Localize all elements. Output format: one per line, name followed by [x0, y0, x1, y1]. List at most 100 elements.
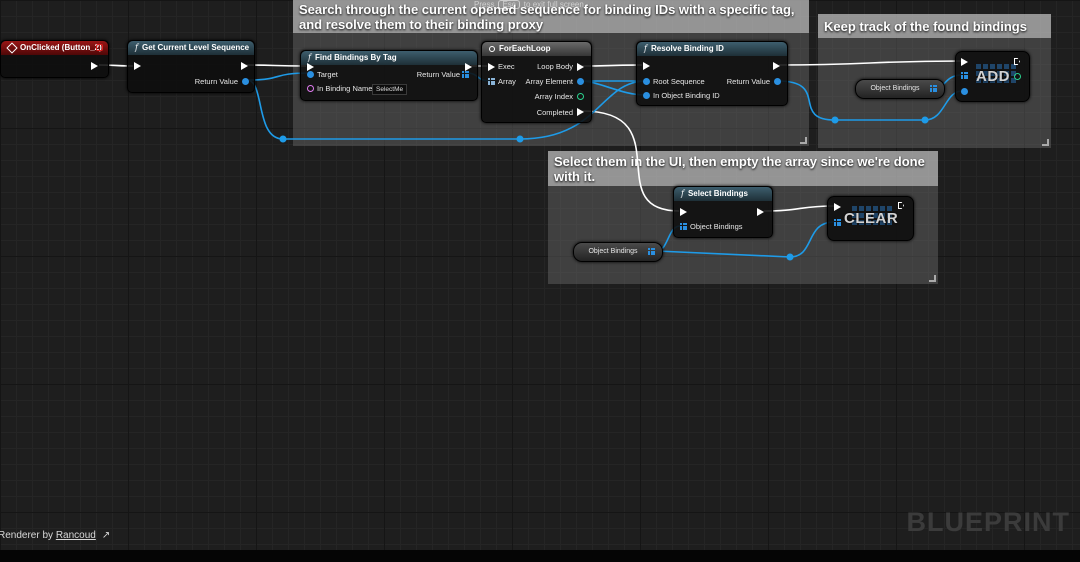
- target-label: Target: [317, 70, 338, 79]
- exec-wire: [245, 64, 307, 67]
- array-clear-label: CLEAR: [844, 210, 899, 227]
- return-value-pin[interactable]: [774, 78, 781, 85]
- onclicked-title: OnClicked (Button_2): [20, 43, 102, 52]
- completed-label: Completed: [536, 108, 573, 117]
- renderer-credit: Renderer by Rancoud ↗: [0, 530, 110, 541]
- return-value-pin[interactable]: [242, 78, 249, 85]
- press-text: Press: [474, 0, 495, 9]
- resolve-binding-id-header: f Resolve Binding ID: [637, 42, 787, 56]
- blueprint-watermark: BLUEPRINT: [906, 507, 1070, 537]
- external-link-icon[interactable]: ↗: [102, 530, 110, 541]
- root-sequence-pin[interactable]: [643, 78, 650, 85]
- in-binding-name-input[interactable]: SelectMe: [372, 84, 408, 95]
- function-icon: f: [135, 43, 138, 52]
- onclicked-header: OnClicked (Button_2): [1, 41, 108, 55]
- exec-out-pin[interactable]: [1014, 58, 1020, 65]
- esc-key-badge: Esc: [498, 0, 520, 9]
- object-bindings-label: Object Bindings: [690, 222, 743, 231]
- exec-in-pin[interactable]: [488, 63, 495, 71]
- exec-label: Exec: [498, 62, 515, 71]
- find-bindings-by-tag-header: f Find Bindings By Tag: [301, 51, 477, 65]
- loop-body-pin[interactable]: [577, 63, 584, 71]
- target-array-pin[interactable]: [961, 72, 968, 79]
- object-bindings-array-pin[interactable]: [930, 85, 937, 92]
- reroute-node: [516, 135, 524, 143]
- array-element-label: Array Element: [525, 77, 573, 86]
- return-value-label: Return Value: [416, 70, 460, 79]
- exec-out-pin[interactable]: [898, 202, 904, 209]
- object-bindings-array-pin[interactable]: [648, 248, 655, 255]
- object-bindings-variable-node[interactable]: Object Bindings: [573, 242, 663, 262]
- loop-body-label: Loop Body: [537, 62, 573, 71]
- array-pin[interactable]: [488, 78, 495, 85]
- object-bindings-variable-label: Object Bindings: [588, 248, 638, 255]
- foreach-loop-title: ForEachLoop: [499, 44, 551, 53]
- select-bindings-title: Select Bindings: [687, 189, 748, 198]
- object-bindings-variable-label: Object Bindings: [870, 85, 920, 92]
- resolve-binding-id-title: Resolve Binding ID: [650, 44, 724, 53]
- exec-in-pin[interactable]: [643, 62, 650, 70]
- foreach-loop-header: ForEachLoop: [482, 42, 591, 56]
- foreach-loop-node[interactable]: ForEachLoop Exec Loop Body Array Array E…: [481, 41, 592, 123]
- in-binding-name-label: In Binding Name: [317, 84, 373, 93]
- fullscreen-exit-hint: Press Esc to exit full screen: [474, 0, 614, 14]
- get-current-level-sequence-title: Get Current Level Sequence: [141, 43, 250, 52]
- return-value-label: Return Value: [726, 77, 770, 86]
- function-icon: f: [681, 189, 684, 198]
- get-current-level-sequence-node[interactable]: f Get Current Level Sequence Return Value: [127, 40, 255, 93]
- find-bindings-by-tag-title: Find Bindings By Tag: [314, 53, 397, 62]
- target-pin[interactable]: [307, 71, 314, 78]
- root-sequence-label: Root Sequence: [653, 77, 705, 86]
- return-value-array-pin[interactable]: [462, 71, 469, 78]
- reroute-node: [831, 116, 839, 124]
- reroute-node: [279, 135, 287, 143]
- rancoud-link[interactable]: Rancoud: [56, 530, 96, 541]
- exec-out-pin[interactable]: [757, 208, 764, 216]
- index-out-pin[interactable]: [1014, 73, 1021, 80]
- bottom-bar: [0, 550, 1080, 562]
- exec-out-pin[interactable]: [241, 62, 248, 70]
- in-object-binding-id-pin[interactable]: [643, 92, 650, 99]
- array-clear-node[interactable]: CLEAR: [827, 196, 914, 241]
- in-binding-name-pin[interactable]: [307, 85, 314, 92]
- credit-prefix: Renderer by: [0, 530, 54, 541]
- select-bindings-node[interactable]: f Select Bindings Object Bindings: [673, 186, 773, 238]
- exec-out-pin[interactable]: [773, 62, 780, 70]
- new-item-pin[interactable]: [961, 88, 968, 95]
- function-icon: f: [644, 44, 647, 53]
- array-index-label: Array Index: [534, 92, 573, 101]
- blueprint-graph-canvas[interactable]: Search through the current opened sequen…: [0, 0, 1080, 550]
- resolve-binding-id-node[interactable]: f Resolve Binding ID Root Sequence Return…: [636, 41, 788, 106]
- exec-out-pin[interactable]: [91, 62, 98, 70]
- array-label: Array: [498, 77, 516, 86]
- reroute-node: [921, 116, 929, 124]
- exit-fullscreen-text: to exit full screen: [523, 0, 584, 9]
- exec-out-pin[interactable]: [465, 63, 472, 71]
- array-add-label: ADD: [976, 68, 1010, 85]
- exec-in-pin[interactable]: [307, 63, 314, 71]
- onclicked-event-node[interactable]: OnClicked (Button_2): [0, 40, 109, 78]
- array-add-node[interactable]: ADD: [955, 51, 1030, 102]
- array-index-pin[interactable]: [577, 93, 584, 100]
- completed-pin[interactable]: [577, 108, 584, 116]
- function-icon: f: [308, 53, 311, 62]
- target-array-pin[interactable]: [834, 219, 841, 226]
- reroute-node: [786, 253, 794, 261]
- exec-in-pin[interactable]: [961, 58, 968, 66]
- exec-in-pin[interactable]: [134, 62, 141, 70]
- exec-wire: [581, 110, 680, 212]
- object-bindings-variable-node[interactable]: Object Bindings: [855, 79, 945, 99]
- exec-wire: [763, 205, 835, 212]
- return-value-label: Return Value: [194, 77, 238, 86]
- exec-wire: [778, 60, 962, 66]
- exec-in-pin[interactable]: [680, 208, 687, 216]
- loop-icon: [489, 45, 495, 52]
- get-current-level-sequence-header: f Get Current Level Sequence: [128, 41, 254, 55]
- select-bindings-header: f Select Bindings: [674, 187, 772, 201]
- object-bindings-array-pin[interactable]: [680, 223, 687, 230]
- find-bindings-by-tag-node[interactable]: f Find Bindings By Tag Target Return Valu…: [300, 50, 478, 101]
- array-element-pin[interactable]: [577, 78, 584, 85]
- exec-in-pin[interactable]: [834, 203, 841, 211]
- event-diamond-icon: [6, 42, 18, 54]
- event-delegate-pin[interactable]: [96, 44, 103, 51]
